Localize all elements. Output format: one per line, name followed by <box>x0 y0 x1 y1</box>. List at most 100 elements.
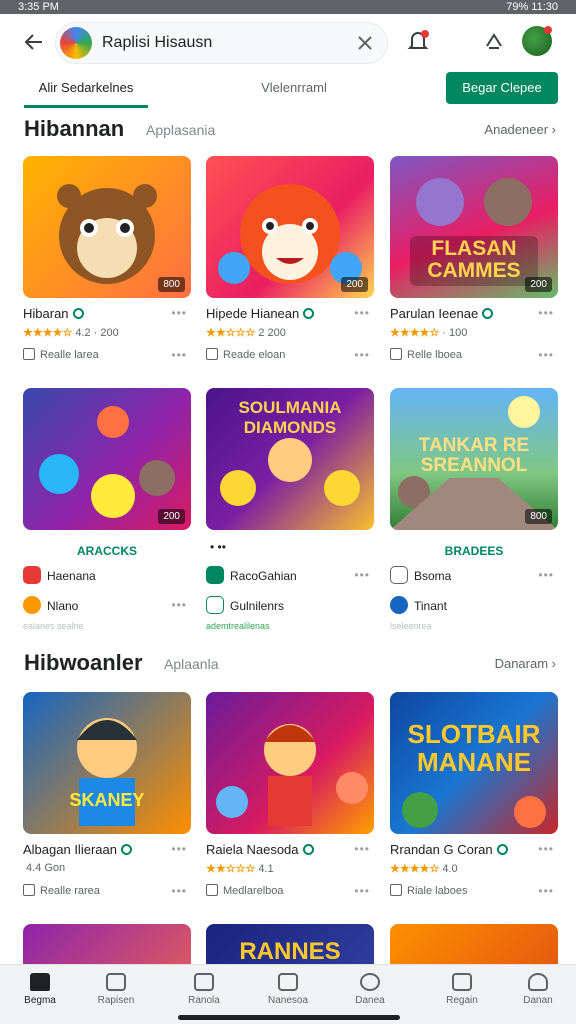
more-options-icon[interactable]: ••• <box>171 884 187 898</box>
section-title: Hibwoanler <box>24 650 143 675</box>
more-options-icon[interactable]: ••• <box>354 884 370 898</box>
list-item[interactable]: Bsoma <box>390 566 451 584</box>
footnote-text: ademtrealilenas <box>206 621 270 631</box>
game-thumbnail: 800 <box>23 156 191 298</box>
gesture-bar <box>178 1015 400 1020</box>
nav-item[interactable]: Nanesoa <box>256 973 320 1006</box>
rating: ★★★★☆ 4.2 · 200 <box>23 327 119 339</box>
verified-icon <box>482 308 494 319</box>
game-thumbnail <box>206 692 374 834</box>
list-item[interactable]: Tinant <box>390 596 447 614</box>
app-title: Hipede Hianean <box>206 306 315 321</box>
app-meta-row: Reade eloan <box>206 348 285 361</box>
app-title: Rrandan G Coran <box>390 842 508 857</box>
tab-secondary[interactable]: Vlelenrraml <box>230 80 358 95</box>
more-options-icon[interactable]: ••• <box>171 306 187 320</box>
app-icon <box>390 596 408 614</box>
rating: ★★☆☆☆ 4.1 <box>206 863 274 875</box>
verified-icon <box>120 844 132 855</box>
game-thumbnail: 200 <box>206 156 374 298</box>
app-title: Raiela Naesoda <box>206 842 314 857</box>
status-bar: 3:35 PM 79% 11:30 <box>0 0 576 14</box>
checkbox-icon <box>390 884 402 896</box>
rating: ★★★★☆ 4.0 <box>390 863 458 875</box>
game-thumbnail: SOULMANIA DIAMONDS <box>206 388 374 530</box>
section-title: Hibannan <box>24 116 125 141</box>
list-item[interactable]: Gulnilenrs <box>206 596 284 614</box>
app-meta-row: Riale laboes <box>390 884 468 897</box>
section-header: Hibwoanler Aplaanla Danaram › <box>0 650 576 680</box>
more-options-icon[interactable]: ••• <box>354 306 370 320</box>
price-badge: 200 <box>341 277 368 292</box>
list-item[interactable]: Haenana <box>23 566 96 584</box>
more-options-icon[interactable]: ••• <box>354 568 370 582</box>
notification-bell-icon[interactable] <box>403 26 433 56</box>
app-meta-row: Realle rarea <box>23 884 100 897</box>
pagination-dots[interactable]: • •• <box>210 540 226 554</box>
see-more-link[interactable]: Danaram › <box>495 656 556 671</box>
tab-primary[interactable]: Alir Sedarkelnes <box>24 80 148 108</box>
price-badge: 200 <box>525 277 552 292</box>
group-header: ARACCKS <box>77 544 137 558</box>
more-options-icon[interactable]: ••• <box>538 568 554 582</box>
more-options-icon[interactable]: ••• <box>538 884 554 898</box>
back-arrow-icon[interactable] <box>22 30 46 54</box>
more-options-icon[interactable]: ••• <box>171 598 187 612</box>
section-subtitle: Aplaanla <box>164 656 219 672</box>
more-options-icon[interactable]: ••• <box>171 348 187 362</box>
rating: 4.4 Gon <box>26 862 66 874</box>
game-thumbnail: RANNES <box>206 924 374 964</box>
game-thumbnail <box>23 924 191 964</box>
more-options-icon[interactable]: ••• <box>538 306 554 320</box>
game-art-text: SOULMANIA DIAMONDS <box>238 398 342 437</box>
verified-icon <box>496 844 508 855</box>
app-card[interactable] <box>23 924 191 964</box>
game-art-text: SKANEY <box>69 790 145 810</box>
clock-icon <box>360 973 380 991</box>
game-art-text: FLASAN CAMMES <box>427 237 521 282</box>
nav-item[interactable]: Danan <box>506 973 570 1006</box>
list-item[interactable]: RacoGahian <box>206 566 297 584</box>
search-input[interactable]: Raplisi Hisausn <box>55 22 388 64</box>
checkbox-icon <box>23 348 35 360</box>
verified-icon <box>302 844 314 855</box>
app-icon <box>23 596 41 614</box>
nav-home[interactable]: Begma <box>8 973 72 1006</box>
price-badge: 800 <box>158 277 185 292</box>
checkbox-icon <box>206 348 218 360</box>
nav-item[interactable]: Rapisen <box>84 973 148 1006</box>
game-thumbnail: TANKAR RE SREANNOL 800 <box>390 388 558 530</box>
more-options-icon[interactable]: ••• <box>171 842 187 856</box>
list-item[interactable]: Nlano <box>23 596 78 614</box>
avatar[interactable] <box>522 26 552 56</box>
app-meta-row: Realle larea <box>23 348 99 361</box>
checkbox-icon <box>206 884 218 896</box>
more-options-icon[interactable]: ••• <box>538 842 554 856</box>
nav-item[interactable]: Regain <box>430 973 494 1006</box>
more-options-icon[interactable]: ••• <box>538 348 554 362</box>
apps-icon <box>452 973 472 991</box>
app-icon <box>206 566 224 584</box>
price-badge: 200 <box>158 509 185 524</box>
app-card[interactable]: RANNES <box>206 924 374 964</box>
price-badge: 800 <box>525 509 552 524</box>
more-options-icon[interactable]: ••• <box>354 348 370 362</box>
footnote-text: ealanes sealne <box>23 621 84 631</box>
nav-item[interactable]: Ranola <box>172 973 236 1006</box>
clear-icon[interactable] <box>355 33 375 53</box>
nav-item[interactable]: Danea <box>338 973 402 1006</box>
chart-icon <box>194 973 214 991</box>
section-header: Hibannan Applasania Anadeneer › <box>0 116 576 146</box>
verified-icon <box>72 308 84 319</box>
more-options-icon[interactable]: ••• <box>354 842 370 856</box>
action-button[interactable]: Begar Clepee <box>446 72 558 104</box>
app-card[interactable] <box>390 924 558 964</box>
game-icon <box>278 973 298 991</box>
game-art-text: SLOTBAIR MANANE <box>407 719 541 777</box>
share-icon[interactable] <box>479 26 509 56</box>
section-subtitle: Applasania <box>146 122 216 138</box>
game-thumbnail: 200 <box>23 388 191 530</box>
verified-icon <box>303 308 315 319</box>
app-title: Parulan Ieenae <box>390 306 494 321</box>
see-more-link[interactable]: Anadeneer › <box>484 122 556 137</box>
